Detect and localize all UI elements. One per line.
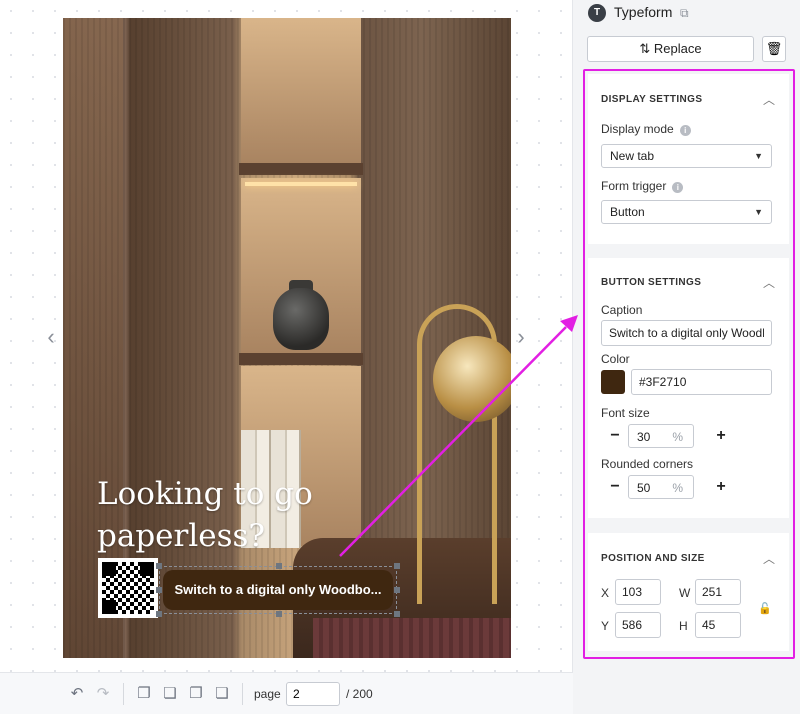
swap-icon: ⇅ bbox=[639, 41, 651, 56]
page-preview: Looking to go paperless? Switch to a dig… bbox=[63, 18, 511, 658]
shelf-niche bbox=[241, 18, 361, 163]
bring-to-front-icon[interactable]: ❐ bbox=[187, 685, 205, 703]
properties-panel: T Typeform ⧉ ⇅ Replace 🗑 DISPLAY SETTING… bbox=[574, 0, 800, 714]
replace-label: Replace bbox=[653, 41, 702, 56]
typeform-logo-icon: T bbox=[588, 4, 606, 22]
redo-icon[interactable]: ↷ bbox=[94, 685, 112, 703]
resize-handle[interactable] bbox=[276, 563, 282, 569]
shelf-light bbox=[245, 182, 357, 186]
typeform-cta-button[interactable]: Switch to a digital only Woodbo... bbox=[163, 570, 393, 610]
shelf bbox=[239, 163, 363, 175]
resize-handle[interactable] bbox=[394, 587, 400, 593]
lamp-globe bbox=[433, 336, 511, 422]
bottom-toolbar: ↶ ↷ ❐ ❏ ❐ ❏ page / 200 bbox=[0, 672, 573, 714]
selected-button-frame[interactable]: Switch to a digital only Woodbo... bbox=[156, 563, 400, 617]
qr-pattern bbox=[102, 562, 154, 614]
highlight-frame bbox=[583, 69, 795, 659]
page-number-input[interactable] bbox=[286, 682, 340, 706]
delete-button[interactable]: 🗑 bbox=[762, 36, 786, 62]
resize-handle[interactable] bbox=[276, 611, 282, 617]
shelf bbox=[239, 353, 363, 365]
table-base bbox=[313, 618, 511, 658]
undo-icon[interactable]: ↶ bbox=[68, 685, 86, 703]
next-page-icon[interactable]: › bbox=[514, 325, 528, 349]
editor-canvas: ‹ › Looking to go paperless? Switch to a… bbox=[0, 0, 573, 672]
resize-handle[interactable] bbox=[394, 611, 400, 617]
headline-line: paperless? bbox=[97, 518, 266, 554]
resize-handle[interactable] bbox=[156, 563, 162, 569]
toolbar-divider bbox=[123, 683, 124, 705]
vase bbox=[273, 288, 329, 350]
headline-line: Looking to go bbox=[97, 476, 313, 512]
qr-code[interactable] bbox=[98, 558, 158, 618]
page-label: page bbox=[254, 687, 281, 701]
toolbar-divider bbox=[242, 683, 243, 705]
page-total: / 200 bbox=[346, 687, 373, 701]
page-headline[interactable]: Looking to go paperless? bbox=[97, 473, 357, 557]
trash-icon: 🗑 bbox=[765, 41, 783, 56]
bring-forward-icon[interactable]: ❐ bbox=[135, 685, 153, 703]
external-link-icon[interactable]: ⧉ bbox=[680, 6, 694, 20]
resize-handle[interactable] bbox=[394, 563, 400, 569]
send-backward-icon[interactable]: ❏ bbox=[161, 685, 179, 703]
resize-handle[interactable] bbox=[156, 611, 162, 617]
resize-handle[interactable] bbox=[156, 587, 162, 593]
replace-button[interactable]: ⇅ Replace bbox=[587, 36, 754, 62]
send-to-back-icon[interactable]: ❏ bbox=[213, 685, 231, 703]
app-title: Typeform bbox=[614, 4, 673, 20]
previous-page-icon[interactable]: ‹ bbox=[44, 325, 58, 349]
